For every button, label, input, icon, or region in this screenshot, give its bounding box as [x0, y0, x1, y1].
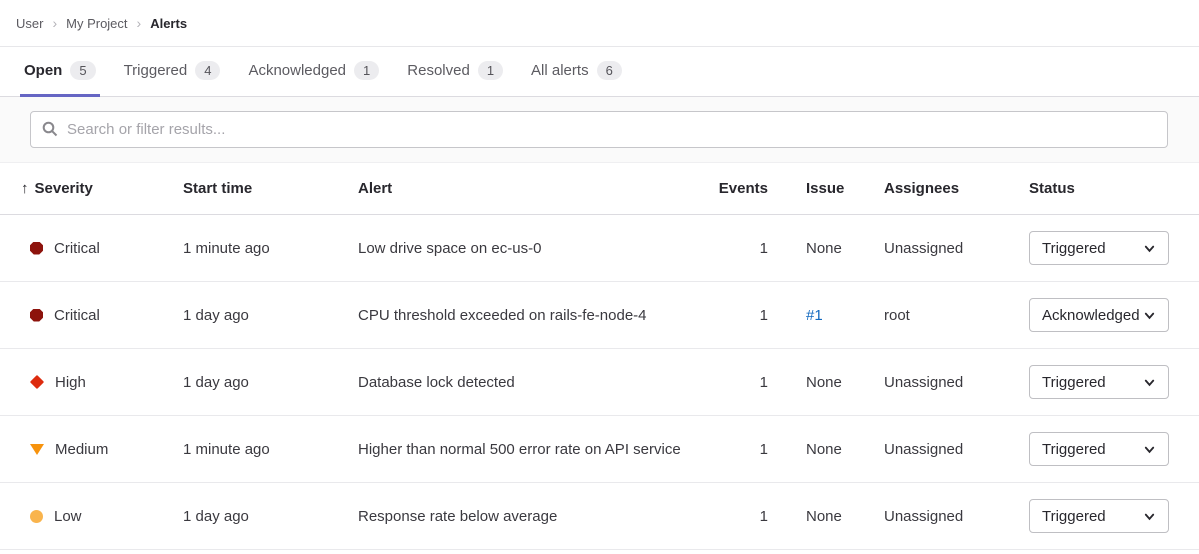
critical-octagon-icon — [30, 309, 43, 322]
assignees-cell: root — [884, 307, 1029, 324]
chevron-down-icon — [1143, 510, 1156, 523]
tab-label: Acknowledged — [248, 62, 346, 79]
alert-title: Response rate below average — [358, 508, 718, 525]
search-section — [0, 97, 1199, 163]
tab-acknowledged[interactable]: Acknowledged 1 — [244, 47, 383, 97]
severity-cell: Critical — [16, 240, 183, 257]
status-value: Triggered — [1042, 441, 1106, 458]
alert-title: Database lock detected — [358, 374, 718, 391]
events-count: 1 — [718, 508, 788, 525]
assignees-cell: Unassigned — [884, 508, 1029, 525]
chevron-down-icon — [1143, 443, 1156, 456]
critical-octagon-icon — [30, 242, 43, 255]
column-header-status[interactable]: Status — [1029, 180, 1169, 197]
search-input-wrapper — [30, 111, 1168, 148]
tab-count-badge: 4 — [195, 61, 220, 80]
severity-cell: High — [16, 374, 183, 391]
tab-open[interactable]: Open 5 — [20, 47, 100, 97]
tab-count-badge: 6 — [597, 61, 622, 80]
assignees-cell: Unassigned — [884, 374, 1029, 391]
search-input[interactable] — [30, 111, 1168, 148]
issue-cell: None — [788, 508, 884, 525]
start-time-cell: 1 minute ago — [183, 240, 358, 257]
events-count: 1 — [718, 441, 788, 458]
severity-cell: Medium — [16, 441, 183, 458]
tab-triggered[interactable]: Triggered 4 — [120, 47, 225, 97]
issue-cell: None — [788, 441, 884, 458]
tab-label: Open — [24, 62, 62, 79]
severity-label: Low — [54, 508, 82, 525]
assignees-cell: Unassigned — [884, 240, 1029, 257]
table-row: High 1 day ago Database lock detected 1 … — [0, 349, 1199, 416]
tab-count-badge: 1 — [478, 61, 503, 80]
chevron-down-icon — [1143, 309, 1156, 322]
table-row: Medium 1 minute ago Higher than normal 5… — [0, 416, 1199, 483]
assignees-cell: Unassigned — [884, 441, 1029, 458]
alerts-table: ↑ Severity Start time Alert Events Issue… — [0, 163, 1199, 550]
low-circle-icon — [30, 510, 43, 523]
status-dropdown[interactable]: Triggered — [1029, 432, 1169, 466]
alerts-tab-bar: Open 5 Triggered 4 Acknowledged 1 Resolv… — [0, 47, 1199, 97]
chevron-down-icon — [1143, 376, 1156, 389]
status-dropdown[interactable]: Triggered — [1029, 231, 1169, 265]
tab-count-badge: 1 — [354, 61, 379, 80]
breadcrumb: User › My Project › Alerts — [0, 0, 1199, 47]
sort-ascending-icon: ↑ — [21, 180, 29, 197]
breadcrumb-user[interactable]: User — [16, 16, 43, 31]
column-header-assignees[interactable]: Assignees — [884, 180, 1029, 197]
breadcrumb-current-page: Alerts — [150, 16, 187, 31]
column-header-events[interactable]: Events — [718, 180, 788, 197]
severity-label: Medium — [55, 441, 108, 458]
search-icon — [42, 121, 58, 137]
issue-cell: None — [788, 374, 884, 391]
tab-count-badge: 5 — [70, 61, 95, 80]
breadcrumb-project[interactable]: My Project — [66, 16, 127, 31]
severity-label: Critical — [54, 307, 100, 324]
status-value: Acknowledged — [1042, 307, 1140, 324]
alert-title: Low drive space on ec-us-0 — [358, 240, 718, 257]
status-dropdown[interactable]: Triggered — [1029, 365, 1169, 399]
start-time-cell: 1 day ago — [183, 307, 358, 324]
table-row: Critical 1 minute ago Low drive space on… — [0, 215, 1199, 282]
status-dropdown[interactable]: Acknowledged — [1029, 298, 1169, 332]
column-header-start-time[interactable]: Start time — [183, 180, 358, 197]
chevron-right-icon: › — [52, 15, 57, 31]
tab-label: Triggered — [124, 62, 188, 79]
tab-label: Resolved — [407, 62, 470, 79]
alert-title: CPU threshold exceeded on rails-fe-node-… — [358, 307, 718, 324]
chevron-right-icon: › — [137, 15, 142, 31]
severity-cell: Critical — [16, 307, 183, 324]
issue-link[interactable]: #1 — [806, 307, 823, 324]
chevron-down-icon — [1143, 242, 1156, 255]
table-row: Critical 1 day ago CPU threshold exceede… — [0, 282, 1199, 349]
severity-label: High — [55, 374, 86, 391]
medium-triangle-icon — [30, 444, 44, 455]
status-dropdown[interactable]: Triggered — [1029, 499, 1169, 533]
status-value: Triggered — [1042, 374, 1106, 391]
table-header-row: ↑ Severity Start time Alert Events Issue… — [0, 163, 1199, 215]
start-time-cell: 1 minute ago — [183, 441, 358, 458]
severity-cell: Low — [16, 508, 183, 525]
start-time-cell: 1 day ago — [183, 508, 358, 525]
table-row: Low 1 day ago Response rate below averag… — [0, 483, 1199, 550]
events-count: 1 — [718, 374, 788, 391]
column-header-severity[interactable]: ↑ Severity — [16, 180, 183, 197]
tab-label: All alerts — [531, 62, 589, 79]
events-count: 1 — [718, 240, 788, 257]
high-diamond-icon — [30, 375, 44, 389]
status-value: Triggered — [1042, 508, 1106, 525]
alert-title: Higher than normal 500 error rate on API… — [358, 441, 718, 458]
column-header-alert[interactable]: Alert — [358, 180, 718, 197]
status-value: Triggered — [1042, 240, 1106, 257]
issue-cell: None — [788, 240, 884, 257]
column-header-issue[interactable]: Issue — [788, 180, 884, 197]
start-time-cell: 1 day ago — [183, 374, 358, 391]
tab-all-alerts[interactable]: All alerts 6 — [527, 47, 626, 97]
events-count: 1 — [718, 307, 788, 324]
severity-label: Critical — [54, 240, 100, 257]
tab-resolved[interactable]: Resolved 1 — [403, 47, 507, 97]
